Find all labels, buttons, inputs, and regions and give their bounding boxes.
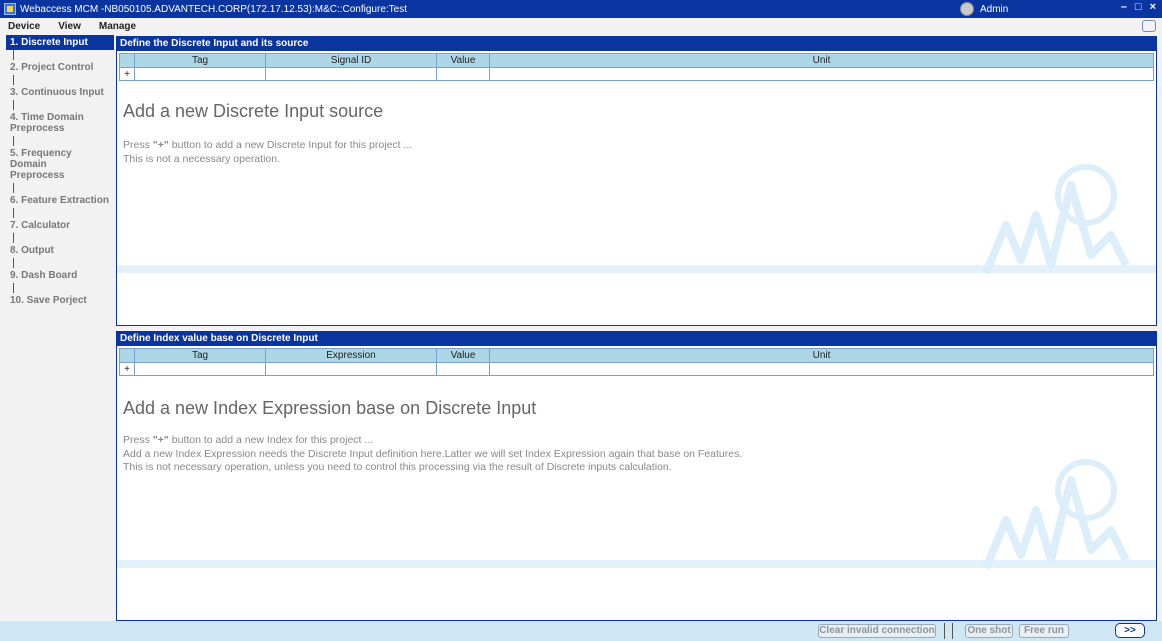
window-controls: – □ × (1121, 1, 1156, 13)
column-unit: Unit (812, 55, 831, 66)
minimize-button[interactable]: – (1121, 1, 1127, 13)
column-tag: Tag (135, 54, 266, 67)
hint-key: "+" (152, 139, 169, 151)
one-shot-button[interactable]: One shot (965, 624, 1013, 638)
free-run-button[interactable]: Free run (1019, 624, 1069, 638)
user-name: Admin (980, 3, 1009, 15)
empty-state-hint: Press "+" button to add a new Discrete I… (123, 139, 412, 152)
add-row-button[interactable]: + (120, 363, 135, 375)
empty-state-note: This is not a necessary operation. (123, 153, 280, 165)
step-continuous-input[interactable]: 3. Continuous Input (6, 85, 114, 100)
cell-unit[interactable] (490, 68, 1153, 80)
close-button[interactable]: × (1150, 1, 1156, 13)
step-calculator[interactable]: 7. Calculator (6, 218, 114, 233)
cell-value[interactable] (437, 363, 490, 375)
cell-unit[interactable] (490, 363, 1153, 375)
step-connector (13, 208, 14, 218)
step-output[interactable]: 8. Output (6, 243, 114, 258)
next-step-button[interactable]: >> (1115, 623, 1145, 638)
cell-tag[interactable] (135, 68, 266, 80)
table-row: + (120, 362, 1153, 375)
user-icon (960, 2, 974, 16)
table-header: Tag Signal ID Value Unit (120, 54, 1153, 67)
empty-state-hint: Press "+" button to add a new Index for … (123, 434, 373, 447)
empty-state-note: This is not necessary operation, unless … (123, 461, 672, 473)
empty-state-title: Add a new Index Expression base on Discr… (123, 398, 537, 418)
step-connector (13, 258, 14, 268)
menu-device[interactable]: Device (8, 21, 40, 32)
menu-bar: Device View Manage (0, 18, 1162, 34)
menu-manage[interactable]: Manage (99, 21, 136, 32)
column-value: Value (437, 349, 490, 362)
column-tag: Tag (135, 349, 266, 362)
step-connector (13, 100, 14, 110)
step-connector (13, 183, 14, 193)
empty-state-note: Add a new Index Expression needs the Dis… (123, 448, 743, 460)
hint-text: button to add a new Index for this proje… (168, 434, 374, 446)
cell-expression[interactable] (266, 363, 437, 375)
step-project-control[interactable]: 2. Project Control (6, 60, 114, 75)
step-time-domain[interactable]: 4. Time Domain Preprocess (6, 110, 114, 136)
hint-key: "+" (152, 434, 169, 446)
table-row: + (120, 67, 1153, 80)
step-discrete-input[interactable]: 1. Discrete Input (6, 35, 114, 50)
column-value: Value (437, 54, 490, 67)
step-sidebar: 1. Discrete Input 2. Project Control 3. … (6, 35, 114, 315)
user-area[interactable]: Admin (960, 2, 1008, 16)
clear-invalid-connection-button[interactable]: Clear invalid connection (818, 624, 936, 638)
step-save-project[interactable]: 10. Save Porject (6, 293, 114, 308)
step-connector (13, 136, 14, 146)
header-spacer (120, 54, 135, 67)
status-bar: Clear invalid connection One shot Free r… (0, 621, 1162, 641)
step-connector (13, 283, 14, 293)
column-unit: Unit (812, 350, 831, 361)
step-connector (13, 50, 14, 60)
step-connector (13, 75, 14, 85)
waveform-watermark-icon (117, 164, 1156, 275)
title-bar: Webaccess MCM -NB050105.ADVANTECH.CORP(1… (0, 0, 1162, 18)
home-icon[interactable] (1142, 20, 1156, 32)
cell-signal-id[interactable] (266, 68, 437, 80)
separator (952, 623, 953, 639)
panel-header: Define the Discrete Input and its source (117, 37, 1156, 51)
step-dash-board[interactable]: 9. Dash Board (6, 268, 114, 283)
column-expression: Expression (266, 349, 437, 362)
menu-view[interactable]: View (58, 21, 81, 32)
hint-text: Press (123, 139, 153, 151)
column-signal-id: Signal ID (266, 54, 437, 67)
table-header: Tag Expression Value Unit (120, 349, 1153, 362)
index-expression-table: Tag Expression Value Unit + (119, 348, 1154, 376)
discrete-input-panel: Define the Discrete Input and its source… (116, 36, 1157, 326)
maximize-button[interactable]: □ (1135, 1, 1142, 13)
index-expression-panel: Define Index value base on Discrete Inpu… (116, 331, 1157, 621)
step-feature-extraction[interactable]: 6. Feature Extraction (6, 193, 114, 208)
panel-header: Define Index value base on Discrete Inpu… (117, 332, 1156, 346)
hint-text: Press (123, 434, 153, 446)
add-row-button[interactable]: + (120, 68, 135, 80)
window-title: Webaccess MCM -NB050105.ADVANTECH.CORP(1… (20, 3, 407, 15)
hint-text: button to add a new Discrete Input for t… (168, 139, 413, 151)
cell-value[interactable] (437, 68, 490, 80)
app-icon (4, 3, 16, 15)
step-frequency-domain[interactable]: 5. Frequency Domain Preprocess (6, 146, 114, 183)
discrete-input-table: Tag Signal ID Value Unit + (119, 53, 1154, 81)
step-connector (13, 233, 14, 243)
header-spacer (120, 349, 135, 362)
cell-tag[interactable] (135, 363, 266, 375)
separator (944, 623, 945, 639)
empty-state-title: Add a new Discrete Input source (123, 101, 384, 121)
